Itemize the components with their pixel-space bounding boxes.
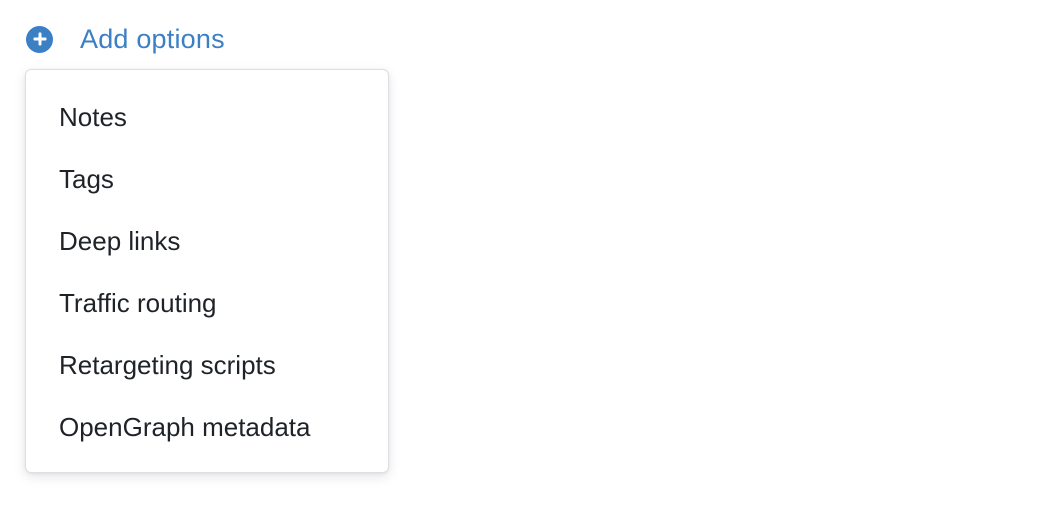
menu-item-traffic-routing[interactable]: Traffic routing: [26, 272, 388, 334]
add-options-button[interactable]: Add options: [26, 18, 225, 60]
menu-item-opengraph-metadata[interactable]: OpenGraph metadata: [26, 396, 388, 458]
menu-item-deep-links[interactable]: Deep links: [26, 210, 388, 272]
menu-item-notes[interactable]: Notes: [26, 86, 388, 148]
plus-circle-icon: [26, 25, 53, 53]
menu-item-tags[interactable]: Tags: [26, 148, 388, 210]
options-dropdown-menu: Notes Tags Deep links Traffic routing Re…: [25, 69, 389, 473]
menu-item-retargeting-scripts[interactable]: Retargeting scripts: [26, 334, 388, 396]
add-options-label: Add options: [80, 23, 225, 54]
